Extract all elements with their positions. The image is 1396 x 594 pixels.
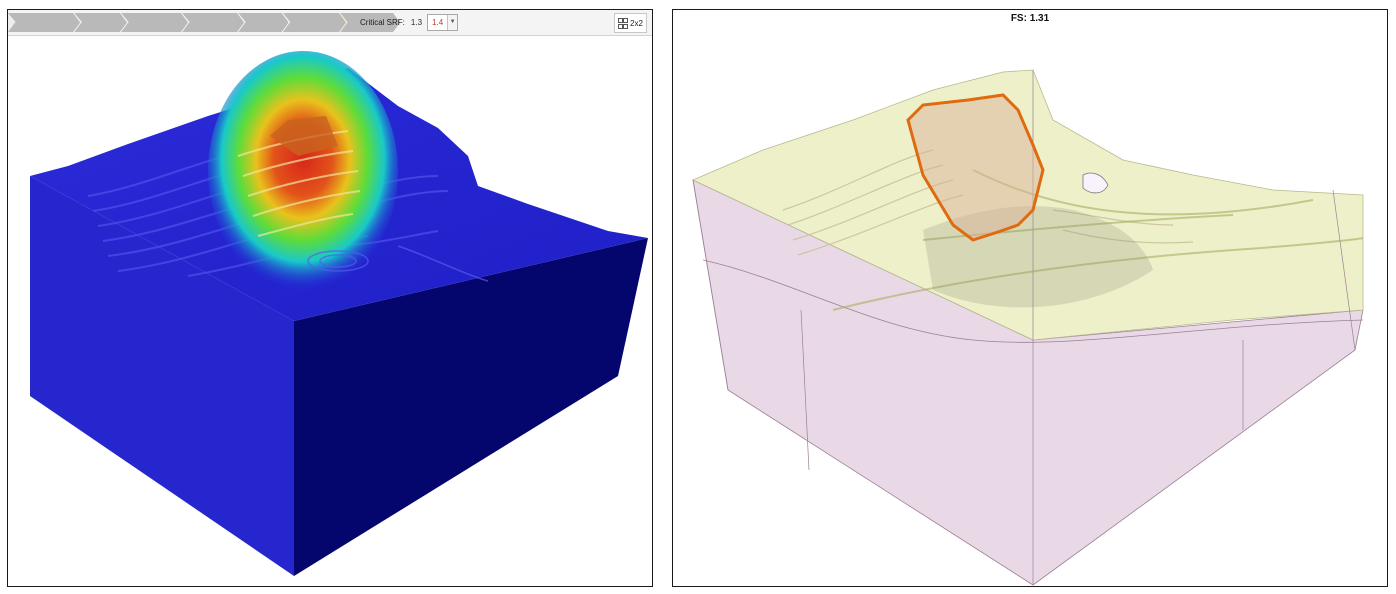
workflow-tabs: Groundwater Loads Restraints Dynamic Mes… — [8, 13, 394, 32]
shear-strain-hotspot — [208, 51, 398, 291]
tab-label: Dynamic — [199, 18, 231, 27]
workflow-toolbar: Groundwater Loads Restraints Dynamic Mes… — [8, 10, 652, 36]
tab-label: Loads — [91, 18, 114, 27]
layout-button-label: 2x2 — [630, 18, 643, 28]
chevron-down-icon[interactable]: ▼ — [447, 15, 458, 30]
grid-2x2-icon — [618, 17, 629, 29]
tab-restraints[interactable]: Restraints — [121, 13, 188, 32]
tab-label: Restraints — [138, 18, 175, 27]
tab-mesh[interactable]: Mesh — [238, 13, 289, 32]
critical-srf-selected-value: 1.4 — [432, 18, 444, 27]
tab-loads[interactable]: Loads — [74, 13, 127, 32]
tab-compute[interactable]: Compute — [283, 13, 346, 32]
factor-of-safety-label: FS: 1.31 — [1010, 13, 1050, 24]
tab-label: Mesh — [255, 18, 275, 27]
critical-srf-label: Critical SRF: — [360, 18, 405, 27]
model-3d-transparent-view — [692, 69, 1364, 586]
critical-srf-previous-value[interactable]: 1.3 — [411, 18, 422, 27]
3d-viewport-contour[interactable] — [8, 36, 652, 586]
3d-viewport-transparent[interactable]: FS: 1.31 — [673, 10, 1387, 586]
tab-groundwater[interactable]: Groundwater — [8, 13, 80, 32]
layout-2x2-button[interactable]: 2x2 — [614, 13, 647, 33]
critical-srf-select[interactable]: 1.4 ▼ — [427, 14, 459, 31]
right-viewport-panel: FS: 1.31 — [672, 9, 1388, 587]
left-viewport-panel: Groundwater Loads Restraints Dynamic Mes… — [7, 9, 653, 587]
tab-label: Compute — [299, 18, 333, 27]
tab-label: Groundwater — [20, 18, 67, 27]
critical-srf-control: Critical SRF: 1.3 1.4 ▼ — [360, 13, 459, 32]
tab-dynamic[interactable]: Dynamic — [182, 13, 244, 32]
model-3d-contour-view — [30, 51, 648, 576]
